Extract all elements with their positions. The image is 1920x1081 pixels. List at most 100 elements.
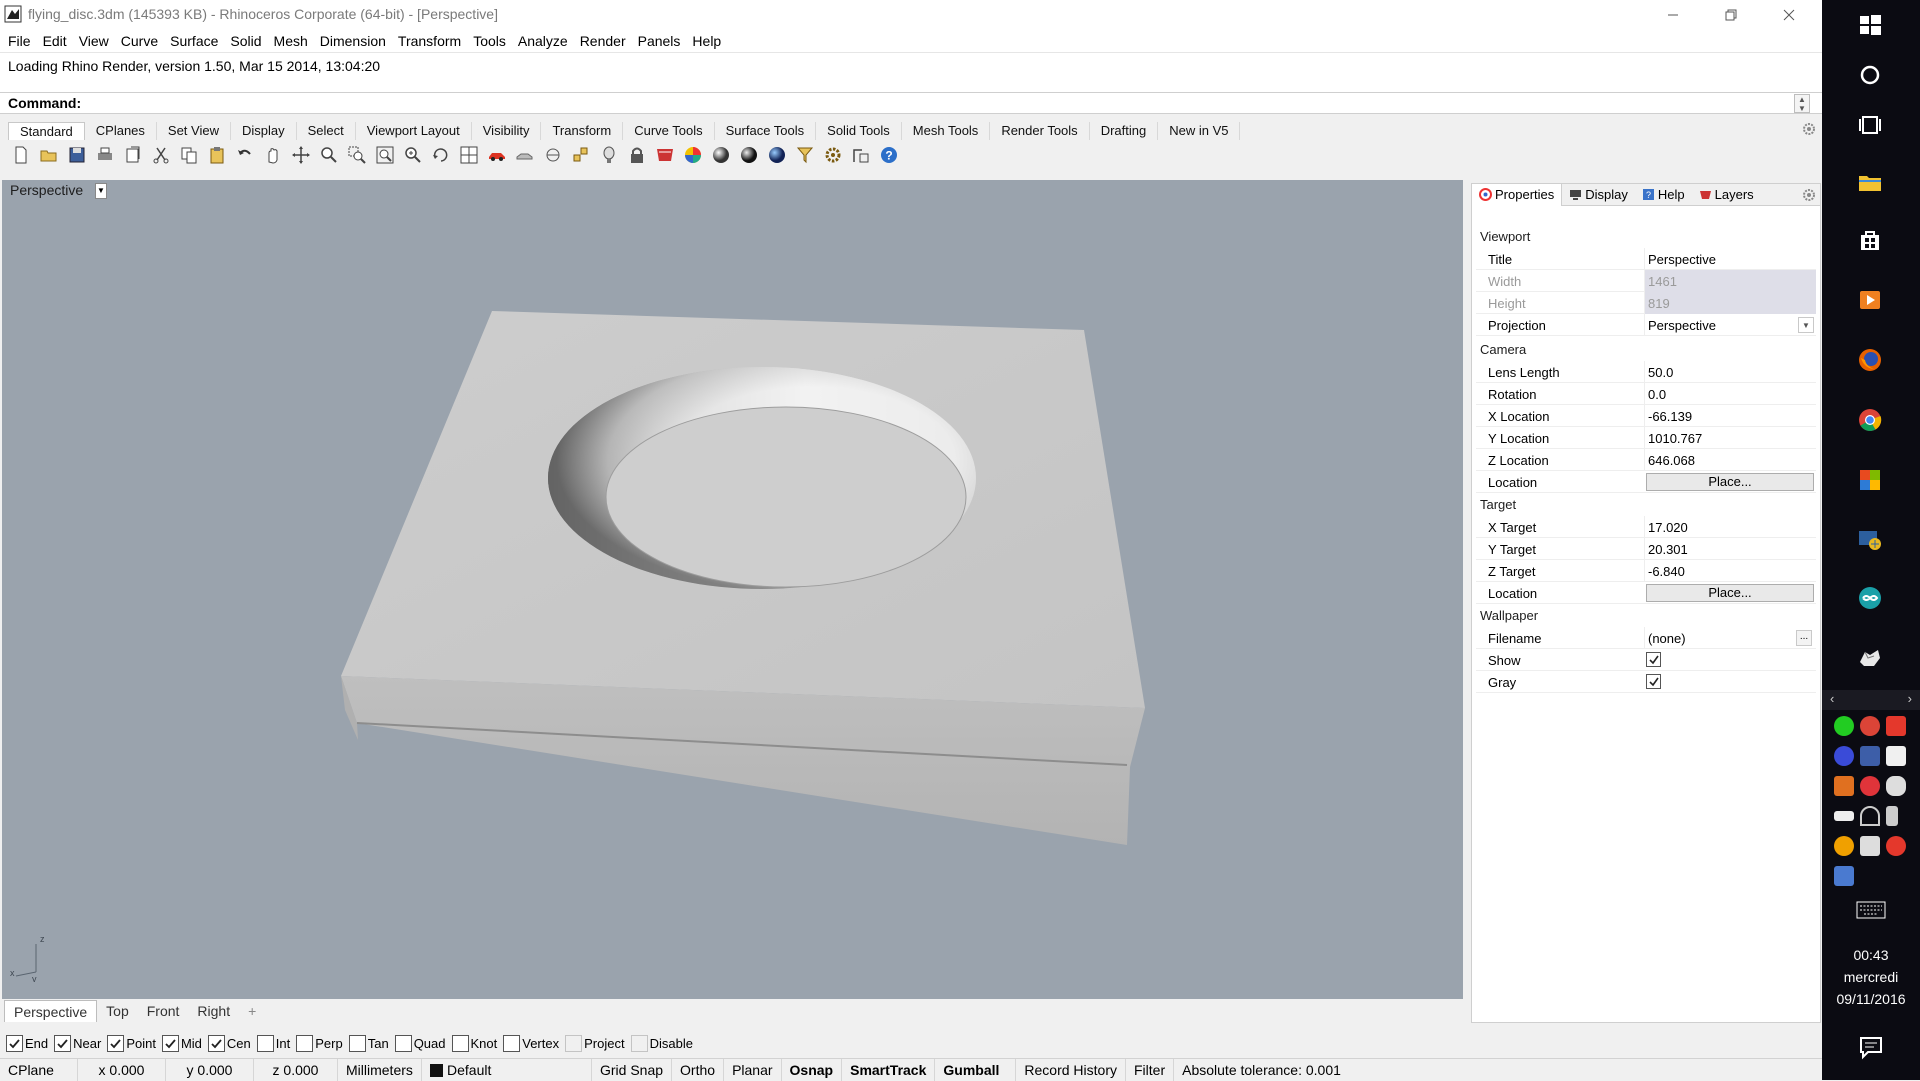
lock-icon[interactable]	[624, 142, 650, 168]
transform-icon[interactable]	[848, 142, 874, 168]
crop-tray-icon[interactable]	[1886, 716, 1906, 736]
import-icon[interactable]	[120, 142, 146, 168]
tab-standard[interactable]: Standard	[8, 122, 85, 140]
browse-button[interactable]: ...	[1796, 630, 1812, 646]
viewport-title[interactable]: Perspective	[10, 182, 83, 198]
viewport-tab-perspective[interactable]: Perspective	[4, 1000, 98, 1022]
menu-solid[interactable]: Solid	[224, 30, 267, 52]
osnap-mid[interactable]: Mid	[161, 1034, 202, 1052]
osnap-vertex[interactable]: Vertex	[503, 1034, 559, 1052]
status-layer[interactable]: Default	[422, 1058, 592, 1081]
move-icon[interactable]	[288, 142, 314, 168]
status-record-history[interactable]: Record History	[1016, 1058, 1126, 1081]
tab-transform[interactable]: Transform	[541, 122, 624, 140]
rhino-app-icon[interactable]	[4, 5, 22, 23]
viewport-tab-front[interactable]: Front	[138, 1000, 189, 1022]
osnap-near-checkbox[interactable]	[54, 1034, 72, 1052]
menu-mesh[interactable]: Mesh	[268, 30, 314, 52]
panel-tab-display[interactable]: Display	[1562, 184, 1635, 206]
light-icon[interactable]	[596, 142, 622, 168]
tools-tray-icon[interactable]	[1834, 866, 1854, 886]
cloud-sync-tray-icon[interactable]	[1834, 746, 1854, 766]
viewport-tab-right[interactable]: Right	[188, 1000, 239, 1022]
osnap-cen-checkbox[interactable]	[207, 1034, 225, 1052]
chevron-down-icon[interactable]: ▼	[95, 183, 107, 199]
menu-panels[interactable]: Panels	[632, 30, 687, 52]
status-planar[interactable]: Planar	[724, 1058, 782, 1081]
cut-icon[interactable]	[148, 142, 174, 168]
undo-icon[interactable]	[232, 142, 258, 168]
menu-render[interactable]: Render	[574, 30, 632, 52]
gear-icon[interactable]	[1802, 188, 1816, 202]
chrome-icon[interactable]	[1850, 400, 1890, 440]
target-place-button[interactable]: Place...	[1646, 584, 1814, 602]
cortana-search-icon[interactable]	[1850, 55, 1890, 95]
hide-icon[interactable]	[512, 142, 538, 168]
gear-icon[interactable]	[1802, 122, 1816, 136]
menu-analyze[interactable]: Analyze	[512, 30, 574, 52]
pan-icon[interactable]	[260, 142, 286, 168]
tab-new-in-v5[interactable]: New in V5	[1158, 122, 1241, 140]
camera-place-button[interactable]: Place...	[1646, 473, 1814, 491]
status-grid-snap[interactable]: Grid Snap	[592, 1058, 673, 1081]
y-location-value[interactable]: 1010.767	[1648, 431, 1702, 446]
z-location-value[interactable]: 646.068	[1648, 453, 1695, 468]
wifi-tray-icon[interactable]	[1860, 806, 1880, 826]
print-icon[interactable]	[92, 142, 118, 168]
osnap-disable[interactable]: Disable	[630, 1034, 693, 1052]
osnap-int[interactable]: Int	[256, 1034, 290, 1052]
status-smarttrack[interactable]: SmartTrack	[842, 1058, 936, 1081]
chevron-down-icon[interactable]: ▼	[1798, 317, 1814, 333]
osnap-point[interactable]: Point	[107, 1034, 156, 1052]
points-icon[interactable]	[568, 142, 594, 168]
command-input[interactable]	[88, 94, 1778, 112]
title-value[interactable]: Perspective	[1648, 252, 1716, 267]
game-tray-icon[interactable]	[1886, 746, 1906, 766]
copy-icon[interactable]	[176, 142, 202, 168]
menu-edit[interactable]: Edit	[37, 30, 73, 52]
tab-render-tools[interactable]: Render Tools	[990, 122, 1090, 140]
tab-cplanes[interactable]: CPlanes	[85, 122, 157, 140]
command-scroll-arrows[interactable]: ▲ ▼	[1794, 94, 1810, 113]
osnap-project[interactable]: Project	[565, 1034, 625, 1052]
show-checkbox[interactable]	[1646, 652, 1661, 667]
media-player-icon[interactable]	[1850, 280, 1890, 320]
car-icon[interactable]	[484, 142, 510, 168]
filter-icon[interactable]	[792, 142, 818, 168]
add-viewport-tab[interactable]: +	[239, 1000, 265, 1022]
tab-visibility[interactable]: Visibility	[472, 122, 542, 140]
chevron-left-icon[interactable]: ‹	[1830, 691, 1834, 706]
zoom-window-icon[interactable]	[344, 142, 370, 168]
new-icon[interactable]	[8, 142, 34, 168]
panel-tab-layers[interactable]: Layers	[1692, 184, 1761, 206]
sync-tray-icon[interactable]	[1834, 836, 1854, 856]
rhino-icon[interactable]	[1850, 638, 1890, 678]
menu-tools[interactable]: Tools	[467, 30, 512, 52]
tab-mesh-tools[interactable]: Mesh Tools	[902, 122, 991, 140]
save-icon[interactable]	[64, 142, 90, 168]
firefox-icon[interactable]	[1850, 340, 1890, 380]
chrome-tray-icon[interactable]	[1860, 716, 1880, 736]
rotate-view-icon[interactable]	[428, 142, 454, 168]
osnap-point-checkbox[interactable]	[107, 1034, 125, 1052]
keyboard-icon[interactable]	[1856, 900, 1886, 920]
tab-drafting[interactable]: Drafting	[1090, 122, 1159, 140]
security-tray-icon[interactable]	[1886, 836, 1906, 856]
z-target-value[interactable]: -6.840	[1648, 564, 1685, 579]
tab-viewport-layout[interactable]: Viewport Layout	[356, 122, 472, 140]
osnap-tan[interactable]: Tan	[348, 1034, 389, 1052]
osnap-quad[interactable]: Quad	[394, 1034, 446, 1052]
paste-icon[interactable]	[204, 142, 230, 168]
menu-curve[interactable]: Curve	[115, 30, 164, 52]
help-icon[interactable]: ?	[876, 142, 902, 168]
file-explorer-icon[interactable]	[1850, 162, 1890, 202]
restore-icon[interactable]	[1702, 0, 1760, 30]
tab-curve-tools[interactable]: Curve Tools	[623, 122, 715, 140]
osnap-vertex-checkbox[interactable]	[503, 1034, 521, 1052]
status-gumball[interactable]: Gumball	[935, 1058, 1017, 1081]
close-icon[interactable]	[1760, 0, 1818, 30]
color-wheel-icon[interactable]	[680, 142, 706, 168]
osnap-project-checkbox[interactable]	[565, 1034, 583, 1052]
osnap-quad-checkbox[interactable]	[394, 1034, 412, 1052]
onedrive-tray-icon[interactable]	[1886, 776, 1906, 796]
